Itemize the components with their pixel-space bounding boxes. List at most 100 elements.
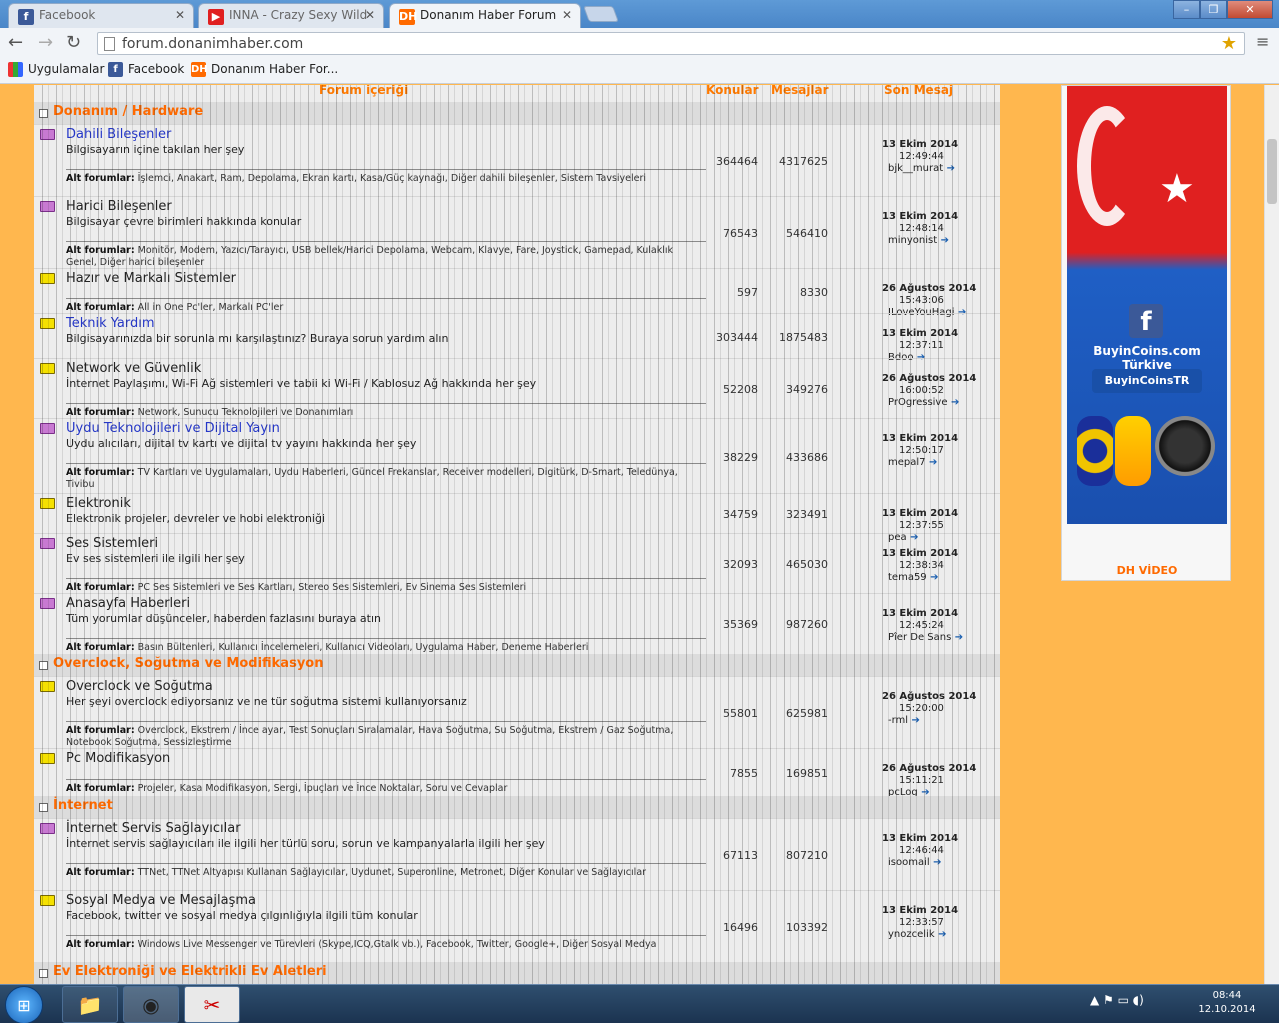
last-post-user[interactable]: ynozcelik <box>888 929 935 940</box>
last-post-info[interactable]: 13 Ekim 2014 12:50:17 mepal7 ➔ <box>882 433 992 469</box>
forum-title[interactable]: Hazır ve Markalı Sistemler <box>66 271 236 286</box>
forum-title[interactable]: Overclock ve Soğutma <box>66 679 213 694</box>
column-header-topics[interactable]: Konular <box>706 85 759 97</box>
system-tray[interactable]: ▲ ⚑ ▭ ◖) <box>1090 993 1144 1007</box>
category-header[interactable]: Ev Elektroniği ve Elektrikli Ev Aletleri <box>34 962 1000 984</box>
back-icon[interactable]: ← <box>8 32 23 53</box>
forum-title[interactable]: Network ve Güvenlik <box>66 361 201 376</box>
go-to-post-arrow-icon[interactable]: ➔ <box>943 163 955 174</box>
last-post-user[interactable]: bjk__murat <box>888 163 943 174</box>
subforum-links[interactable]: PC Ses Sistemleri ve Ses Kartları, Stere… <box>138 582 527 593</box>
subforum-links[interactable]: Monitör, Modem, Yazıcı/Tarayıcı, USB bel… <box>66 245 673 268</box>
last-post-user-line[interactable]: ynozcelik ➔ <box>882 929 992 941</box>
close-tab-icon[interactable]: ✕ <box>175 8 185 22</box>
last-post-user-line[interactable]: isoomail ➔ <box>882 857 992 869</box>
tab-facebook[interactable]: f Facebook ✕ <box>8 3 194 28</box>
category-title[interactable]: İnternet <box>53 798 113 813</box>
last-post-user-line[interactable]: PrOgressive ➔ <box>882 397 992 409</box>
last-post-info[interactable]: 26 Ağustos 2014 15:11:21 pcLog ➔ <box>882 763 992 799</box>
last-post-user-line[interactable]: -rml ➔ <box>882 715 992 727</box>
bookmark-facebook[interactable]: f Facebook <box>108 62 184 77</box>
go-to-post-arrow-icon[interactable]: ➔ <box>908 715 920 726</box>
forum-title[interactable]: Dahili Bileşenler <box>66 127 171 142</box>
subforum-links[interactable]: Basın Bültenleri, Kullanıcı İncelemeleri… <box>138 642 589 653</box>
go-to-post-arrow-icon[interactable]: ➔ <box>935 929 946 940</box>
minimize-button[interactable]: – <box>1173 0 1200 19</box>
collapse-toggle-icon[interactable] <box>39 109 48 118</box>
column-header-messages[interactable]: Mesajlar <box>771 85 829 97</box>
forum-title[interactable]: Uydu Teknolojileri ve Dijital Yayın <box>66 421 280 436</box>
go-to-post-arrow-icon[interactable]: ➔ <box>926 457 937 468</box>
collapse-toggle-icon[interactable] <box>39 803 48 812</box>
url-text[interactable]: forum.donanimhaber.com <box>122 36 303 52</box>
last-post-user-line[interactable]: minyonist ➔ <box>882 235 992 247</box>
go-to-post-arrow-icon[interactable]: ➔ <box>951 632 963 643</box>
maximize-button[interactable]: ❐ <box>1200 0 1227 19</box>
category-title[interactable]: Overclock, Soğutma ve Modifikasyon <box>53 656 323 671</box>
subforum-links[interactable]: TTNet, TTNet Altyapısı Kullanan Sağlayıc… <box>138 867 646 878</box>
reload-icon[interactable]: ↻ <box>66 32 81 53</box>
last-post-user-line[interactable]: mepal7 ➔ <box>882 457 992 469</box>
close-tab-icon[interactable]: ✕ <box>365 8 375 22</box>
collapse-toggle-icon[interactable] <box>39 661 48 670</box>
last-post-info[interactable]: 13 Ekim 2014 12:38:34 tema59 ➔ <box>882 548 992 584</box>
go-to-post-arrow-icon[interactable]: ➔ <box>937 235 949 246</box>
close-tab-icon[interactable]: ✕ <box>562 8 572 22</box>
subforum-links[interactable]: İşlemci, Anakart, Ram, Depolama, Ekran k… <box>138 173 646 184</box>
last-post-info[interactable]: 13 Ekim 2014 12:46:44 isoomail ➔ <box>882 833 992 869</box>
bookmark-donanimhaber[interactable]: DH Donanım Haber For... <box>191 62 338 77</box>
bookmark-apps[interactable]: Uygulamalar <box>8 62 104 77</box>
forum-title[interactable]: Pc Modifikasyon <box>66 751 170 766</box>
tab-donanimhaber[interactable]: DH Donanım Haber Forum ✕ <box>389 3 581 28</box>
subforum-links[interactable]: Windows Live Messenger ve Türevleri (Sky… <box>138 939 657 950</box>
bookmark-star-icon[interactable]: ★ <box>1221 33 1237 54</box>
subforum-links[interactable]: Projeler, Kasa Modifikasyon, Sergi, İpuç… <box>138 783 508 794</box>
category-title[interactable]: Ev Elektroniği ve Elektrikli Ev Aletleri <box>53 964 327 979</box>
collapse-toggle-icon[interactable] <box>39 969 48 978</box>
category-title[interactable]: Donanım / Hardware <box>53 104 203 119</box>
explorer-taskbar-button[interactable]: 📁 <box>62 986 118 1023</box>
last-post-info[interactable]: 13 Ekim 2014 12:49:44 bjk__murat ➔ <box>882 139 992 175</box>
forum-title[interactable]: Ses Sistemleri <box>66 536 158 551</box>
last-post-user[interactable]: mepal7 <box>888 457 926 468</box>
forum-title[interactable]: Anasayfa Haberleri <box>66 596 190 611</box>
snipping-tool-taskbar-button[interactable]: ✂ <box>184 986 240 1023</box>
video-section-title[interactable]: DH VİDEO <box>1062 564 1232 577</box>
subforum-links[interactable]: Network, Sunucu Teknolojileri ve Donanım… <box>138 407 354 418</box>
go-to-post-arrow-icon[interactable]: ➔ <box>927 572 938 583</box>
forum-title[interactable]: Teknik Yardım <box>66 316 155 331</box>
forum-title[interactable]: Harici Bileşenler <box>66 199 172 214</box>
menu-icon[interactable]: ≡ <box>1256 32 1269 51</box>
subforum-links[interactable]: All in One Pc'ler, Markalı PC'ler <box>138 302 284 313</box>
go-to-post-arrow-icon[interactable]: ➔ <box>930 857 941 868</box>
scrollbar[interactable] <box>1264 85 1279 984</box>
last-post-info[interactable]: 13 Ekim 2014 12:48:14 minyonist ➔ <box>882 211 992 247</box>
scrollbar-thumb[interactable] <box>1267 139 1277 204</box>
clock[interactable]: 08:44 12.10.2014 <box>1190 989 1264 1017</box>
subforum-links[interactable]: TV Kartları ve Uygulamaları, Uydu Haberl… <box>66 467 678 490</box>
chrome-taskbar-button[interactable]: ◉ <box>123 986 179 1023</box>
last-post-user[interactable]: PrOgressive <box>888 397 948 408</box>
last-post-user-line[interactable]: bjk__murat ➔ <box>882 163 992 175</box>
start-button[interactable]: ⊞ <box>5 986 43 1023</box>
last-post-user[interactable]: Pîer De Sans <box>888 632 951 643</box>
new-tab-button[interactable] <box>583 6 619 22</box>
last-post-user[interactable]: tema59 <box>888 572 927 583</box>
last-post-user-line[interactable]: tema59 ➔ <box>882 572 992 584</box>
last-post-info[interactable]: 13 Ekim 2014 12:45:24 Pîer De Sans ➔ <box>882 608 992 644</box>
last-post-user[interactable]: -rml <box>888 715 908 726</box>
last-post-info[interactable]: 26 Ağustos 2014 16:00:52 PrOgressive ➔ <box>882 373 992 409</box>
advertisement-banner[interactable]: ★ f BuyinCoins.com Türkiye BuyinCoinsTR <box>1067 86 1227 524</box>
forum-title[interactable]: Sosyal Medya ve Mesajlaşma <box>66 893 256 908</box>
close-window-button[interactable]: ✕ <box>1227 0 1273 19</box>
last-post-info[interactable]: 13 Ekim 2014 12:33:57 ynozcelik ➔ <box>882 905 992 941</box>
last-post-info[interactable]: 26 Ağustos 2014 15:20:00 -rml ➔ <box>882 691 992 727</box>
last-post-user[interactable]: minyonist <box>888 235 937 246</box>
forward-icon[interactable]: → <box>38 32 53 53</box>
category-header[interactable]: Donanım / Hardware <box>34 102 1000 124</box>
forum-title[interactable]: İnternet Servis Sağlayıcılar <box>66 821 241 836</box>
tab-youtube[interactable]: ▶ INNA - Crazy Sexy Wild ✕ <box>198 3 384 28</box>
ad-button[interactable]: BuyinCoinsTR <box>1092 369 1202 393</box>
category-header[interactable]: Overclock, Soğutma ve Modifikasyon <box>34 654 1000 676</box>
forum-title[interactable]: Elektronik <box>66 496 131 511</box>
